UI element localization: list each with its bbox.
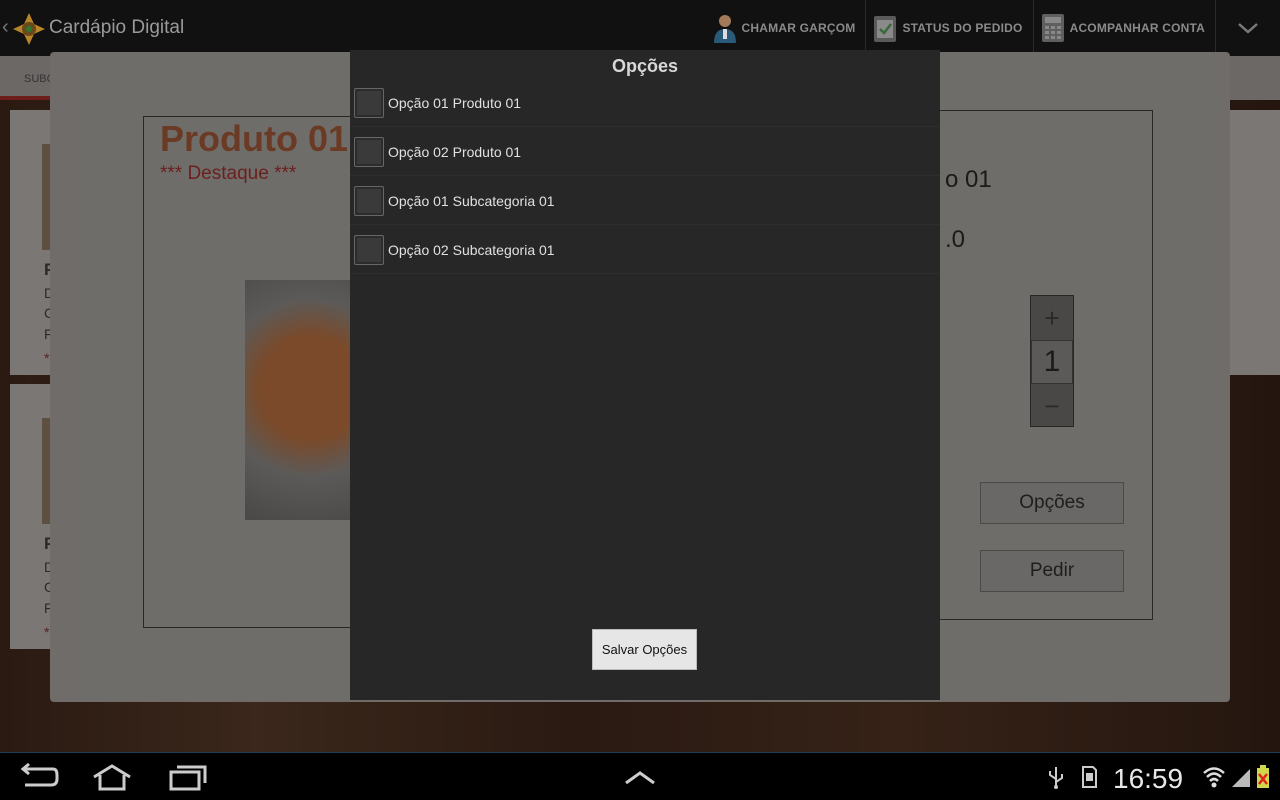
battery-alert-icon xyxy=(1257,765,1269,788)
product-image xyxy=(245,280,355,520)
option-checkbox[interactable] xyxy=(354,186,384,216)
option-row[interactable]: Opção 01 Produto 01 xyxy=(350,78,940,127)
quantity-stepper: + 1 − xyxy=(1030,295,1074,427)
screen: ‹ Cardápio Digital CHAMAR GARÇOM STATUS … xyxy=(0,0,1280,800)
option-label: Opção 02 Subcategoria 01 xyxy=(388,242,555,258)
option-row[interactable]: Opção 02 Subcategoria 01 xyxy=(350,225,940,274)
usb-icon xyxy=(1049,767,1063,789)
action-bar-actions: CHAMAR GARÇOM STATUS DO PEDIDO ACOMPANHA… xyxy=(706,0,1280,56)
order-status-button[interactable]: STATUS DO PEDIDO xyxy=(866,0,1034,56)
option-checkbox[interactable] xyxy=(354,88,384,118)
system-bar: 16:59 xyxy=(0,752,1280,800)
options-button[interactable]: Opções xyxy=(980,482,1124,524)
product-card-text: * xyxy=(44,350,50,366)
back-icon[interactable] xyxy=(17,763,61,791)
options-dialog: Opções Opção 01 Produto 01 Opção 02 Prod… xyxy=(350,50,940,700)
order-status-label: STATUS DO PEDIDO xyxy=(902,21,1023,35)
waiter-icon xyxy=(713,15,736,43)
order-status-icon xyxy=(874,16,897,42)
product-price-fragment: .0 xyxy=(945,226,966,253)
product-highlight: *** Destaque *** xyxy=(160,163,297,184)
option-row[interactable]: Opção 02 Produto 01 xyxy=(350,127,940,176)
app-title: Cardápio Digital xyxy=(49,17,185,38)
option-checkbox[interactable] xyxy=(354,235,384,265)
option-row[interactable]: Opção 01 Subcategoria 01 xyxy=(350,176,940,225)
wifi-icon xyxy=(1203,767,1225,788)
overflow-menu-button[interactable] xyxy=(1216,0,1280,56)
option-label: Opção 02 Produto 01 xyxy=(388,144,522,160)
clock: 16:59 xyxy=(1113,763,1184,794)
home-icon[interactable] xyxy=(90,763,134,791)
order-button[interactable]: Pedir xyxy=(980,550,1124,592)
app-logo-icon[interactable] xyxy=(12,12,46,46)
menu-up-icon[interactable] xyxy=(618,763,662,791)
calculator-icon xyxy=(1041,14,1064,42)
track-bill-label: ACOMPANHAR CONTA xyxy=(1069,21,1205,35)
signal-icon xyxy=(1232,769,1250,787)
product-title: Produto 01 xyxy=(160,118,349,159)
product-name-fragment: o 01 xyxy=(945,166,992,193)
save-options-button[interactable]: Salvar Opções xyxy=(592,629,697,670)
action-bar: ‹ Cardápio Digital CHAMAR GARÇOM STATUS … xyxy=(0,0,1280,56)
call-waiter-label: CHAMAR GARÇOM xyxy=(741,21,856,35)
product-card-text: * xyxy=(44,624,50,640)
option-checkbox[interactable] xyxy=(354,137,384,167)
quantity-value[interactable]: 1 xyxy=(1031,340,1073,384)
decrement-button[interactable]: − xyxy=(1031,386,1073,426)
track-bill-button[interactable]: ACOMPANHAR CONTA xyxy=(1034,0,1216,56)
dialog-title: Opções xyxy=(611,56,679,76)
option-label: Opção 01 Produto 01 xyxy=(388,95,522,111)
up-caret-icon[interactable]: ‹ xyxy=(2,16,9,39)
increment-button[interactable]: + xyxy=(1031,298,1073,338)
chevron-down-icon xyxy=(1238,23,1258,34)
option-label: Opção 01 Subcategoria 01 xyxy=(388,193,555,209)
recent-apps-icon[interactable] xyxy=(165,763,209,791)
call-waiter-button[interactable]: CHAMAR GARÇOM xyxy=(706,0,867,56)
sd-card-icon xyxy=(1082,766,1097,788)
